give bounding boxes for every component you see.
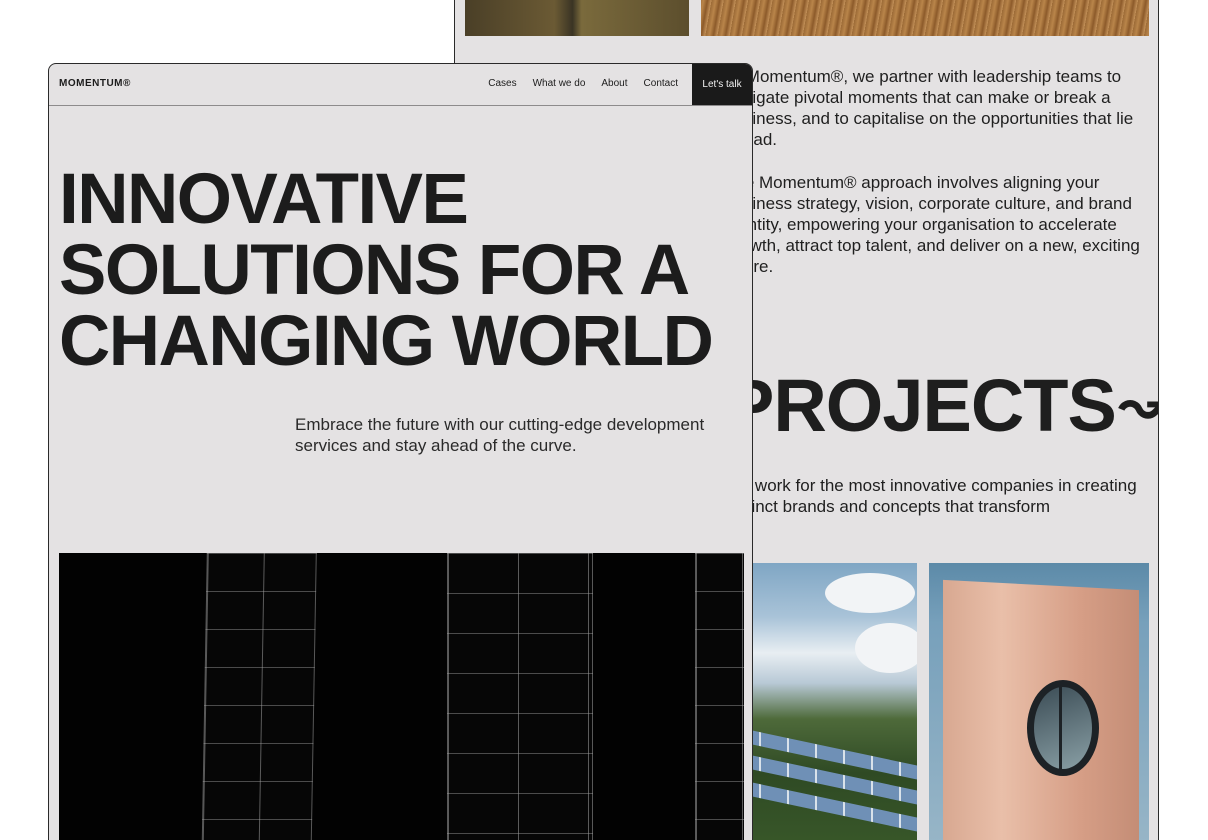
nav-link-what-we-do[interactable]: What we do xyxy=(533,78,586,89)
projects-intro: We work for the most innovative companie… xyxy=(725,476,1137,516)
nav-link-about[interactable]: About xyxy=(601,78,627,89)
hero-subtitle: Embrace the future with our cutting-edge… xyxy=(295,415,705,455)
nav-link-cases[interactable]: Cases xyxy=(488,78,516,89)
cloud-shape xyxy=(855,623,917,673)
hero-image xyxy=(59,553,744,840)
intro-paragraph: At Momentum®, we partner with leadership… xyxy=(725,67,1134,149)
field-image xyxy=(701,0,1149,36)
landscape-image xyxy=(465,0,689,36)
front-window: MOMENTUM® Cases What we do About Contact… xyxy=(48,63,753,840)
logo[interactable]: MOMENTUM® xyxy=(59,78,131,89)
approach-paragraph: The Momentum® approach involves aligning… xyxy=(725,173,1140,276)
project-image-building[interactable] xyxy=(929,563,1149,840)
round-window xyxy=(1027,680,1099,776)
cloud-shape xyxy=(825,573,915,613)
nav-link-contact[interactable]: Contact xyxy=(644,78,678,89)
building-facade xyxy=(695,553,744,840)
building-facade xyxy=(447,553,593,840)
navbar: MOMENTUM® Cases What we do About Contact… xyxy=(49,64,752,106)
hero-title: INNOVATIVE SOLUTIONS FOR A CHANGING WORL… xyxy=(59,160,714,381)
nav-links: Cases What we do About Contact xyxy=(488,78,678,89)
arrow-icon: ↝ xyxy=(1118,373,1158,438)
projects-heading: PROJECTS↝ xyxy=(725,369,1158,443)
lets-talk-button[interactable]: Let's talk xyxy=(692,64,752,105)
window-frame xyxy=(1059,683,1062,773)
projects-heading-text: PROJECTS xyxy=(725,364,1117,447)
building-facade xyxy=(201,553,317,840)
